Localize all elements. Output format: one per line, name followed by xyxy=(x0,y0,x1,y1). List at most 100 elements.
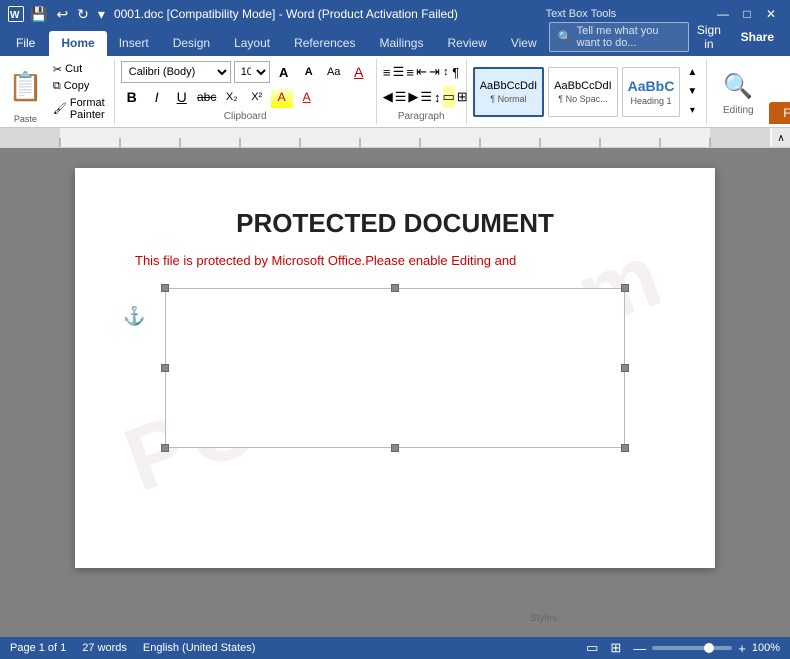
justify-button[interactable]: ☰ xyxy=(420,86,432,108)
font-family-select[interactable]: Calibri (Body) xyxy=(121,61,231,83)
tab-references[interactable]: References xyxy=(282,31,367,56)
ruler: ∧ xyxy=(0,128,790,148)
zoom-in-button[interactable]: + xyxy=(736,639,748,658)
format-tab[interactable]: Format xyxy=(769,102,790,124)
handle-top-center[interactable] xyxy=(391,284,399,292)
maximize-button[interactable]: □ xyxy=(736,4,758,24)
zoom-slider[interactable] xyxy=(652,646,732,650)
style-no-space[interactable]: AaBbCcDdI ¶ No Spac... xyxy=(548,67,617,117)
save-quick-btn[interactable]: 💾 xyxy=(27,4,50,25)
decrease-indent-button[interactable]: ⇤ xyxy=(416,61,427,83)
paragraph-group: ≡ ☰ ≡ ⇤ ⇥ ↕ ¶ ◀ ☰ ▶ ☰ ↕ ▭ ⊞ Paragraph xyxy=(377,59,467,124)
tab-mailings[interactable]: Mailings xyxy=(367,31,435,56)
style-heading1-label: Heading 1 xyxy=(630,96,671,106)
customize-quick-btn[interactable]: ▾ xyxy=(95,4,108,25)
ribbon-tab-bar: File Home Insert Design Layout Reference… xyxy=(0,28,790,56)
tell-me-box[interactable]: 🔍 Tell me what you want to do... xyxy=(549,22,690,52)
sort-button[interactable]: ↕ xyxy=(442,61,450,83)
web-layout-view-button[interactable]: ⊞ xyxy=(608,638,623,658)
shading-button[interactable]: ▭ xyxy=(443,86,455,108)
svg-text:W: W xyxy=(10,10,20,21)
clipboard-group: 📋 Paste ✂ Cut ⧉ Copy 🖌 Format Painter xyxy=(4,59,115,124)
handle-bottom-left[interactable] xyxy=(161,444,169,452)
styles-scroll-down[interactable]: ▼ xyxy=(684,84,700,100)
word-icon: W xyxy=(8,6,24,22)
paintbrush-icon: 🖌 xyxy=(53,102,67,115)
tab-layout[interactable]: Layout xyxy=(222,31,282,56)
style-normal-label: ¶ Normal xyxy=(490,94,526,104)
paste-icon: 📋 xyxy=(8,73,43,101)
style-heading1[interactable]: AaBbC Heading 1 xyxy=(622,67,681,117)
zoom-out-button[interactable]: — xyxy=(631,639,648,658)
tab-home[interactable]: Home xyxy=(49,31,106,56)
increase-indent-button[interactable]: ⇥ xyxy=(429,61,440,83)
language: English (United States) xyxy=(143,642,256,654)
document-page: PCTechCom ⚓ PROTECTED DOCUMENT This file… xyxy=(75,168,715,568)
change-case-button[interactable]: Aa xyxy=(323,61,345,83)
paragraph-group-label: Paragraph xyxy=(383,111,460,122)
styles-scroll-up[interactable]: ▲ xyxy=(684,65,700,81)
copy-icon: ⧉ xyxy=(53,80,61,93)
multilevel-list-button[interactable]: ≡ xyxy=(406,61,414,83)
text-box-container[interactable] xyxy=(165,288,625,448)
superscript-button[interactable]: X² xyxy=(246,86,268,108)
tab-review[interactable]: Review xyxy=(435,31,498,56)
share-button[interactable]: Share xyxy=(729,26,786,48)
align-left-button[interactable]: ◀ xyxy=(383,86,393,108)
clear-format-button[interactable]: A xyxy=(348,61,370,83)
handle-bottom-right[interactable] xyxy=(621,444,629,452)
bullets-button[interactable]: ≡ xyxy=(383,61,391,83)
align-right-button[interactable]: ▶ xyxy=(408,86,418,108)
document-title: PROTECTED DOCUMENT xyxy=(236,208,554,239)
tab-design[interactable]: Design xyxy=(161,31,222,56)
subscript-button[interactable]: X₂ xyxy=(221,86,243,108)
tab-insert[interactable]: Insert xyxy=(107,31,161,56)
handle-middle-left[interactable] xyxy=(161,364,169,372)
font-group-label: Clipboard xyxy=(121,111,370,122)
print-layout-view-button[interactable]: ▭ xyxy=(584,638,600,658)
align-center-button[interactable]: ☰ xyxy=(395,86,407,108)
styles-expand[interactable]: ▾ xyxy=(684,103,700,119)
undo-quick-btn[interactable]: ↩ xyxy=(53,4,71,25)
close-button[interactable]: ✕ xyxy=(760,4,782,24)
shrink-font-button[interactable]: A xyxy=(298,61,320,83)
scissors-icon: ✂ xyxy=(53,63,62,76)
style-normal[interactable]: AaBbCcDdI ¶ Normal xyxy=(473,67,544,117)
underline-button[interactable]: U xyxy=(171,86,193,108)
handle-top-left[interactable] xyxy=(161,284,169,292)
redo-quick-btn[interactable]: ↻ xyxy=(74,4,92,25)
font-color-button[interactable]: A xyxy=(296,86,318,108)
show-formatting-button[interactable]: ¶ xyxy=(452,61,460,83)
tab-view[interactable]: View xyxy=(499,31,549,56)
text-highlight-button[interactable]: A xyxy=(271,86,293,108)
grow-font-button[interactable]: A xyxy=(273,61,295,83)
minimize-button[interactable]: — xyxy=(712,4,734,24)
handle-top-right[interactable] xyxy=(621,284,629,292)
font-size-select[interactable]: 10.5 xyxy=(234,61,270,83)
handle-middle-right[interactable] xyxy=(621,364,629,372)
font-group: Calibri (Body) 10.5 A A Aa A B I U abc X… xyxy=(115,59,377,124)
tab-file[interactable]: File xyxy=(4,31,47,56)
strikethrough-button[interactable]: abc xyxy=(196,86,218,108)
find-button[interactable]: 🔍 xyxy=(715,68,761,105)
numbering-button[interactable]: ☰ xyxy=(393,61,405,83)
find-icon: 🔍 xyxy=(723,72,753,101)
ruler-collapse-button[interactable]: ∧ xyxy=(772,128,790,148)
italic-button[interactable]: I xyxy=(146,86,168,108)
handle-bottom-center[interactable] xyxy=(391,444,399,452)
paste-button[interactable]: 📋 xyxy=(4,59,47,114)
format-painter-button[interactable]: 🖌 Format Painter xyxy=(50,96,108,122)
para-row2: ◀ ☰ ▶ ☰ ↕ ▭ ⊞ xyxy=(383,86,460,108)
sign-in-button[interactable]: Sign in xyxy=(695,23,722,51)
bold-button[interactable]: B xyxy=(121,86,143,108)
document-area: PCTechCom ⚓ PROTECTED DOCUMENT This file… xyxy=(0,148,790,637)
text-box-inner xyxy=(165,288,625,448)
anchor-icon: ⚓ xyxy=(123,306,145,327)
cut-button[interactable]: ✂ Cut xyxy=(50,62,108,77)
copy-button[interactable]: ⧉ Copy xyxy=(50,79,108,94)
window-title: 0001.doc [Compatibility Mode] - Word (Pr… xyxy=(114,7,458,21)
style-heading1-preview: AaBbC xyxy=(628,78,675,94)
line-spacing-button[interactable]: ↕ xyxy=(434,86,441,108)
title-bar-left: W 💾 ↩ ↻ ▾ 0001.doc [Compatibility Mode] … xyxy=(8,4,458,25)
font-row2: B I U abc X₂ X² A A xyxy=(121,86,370,108)
